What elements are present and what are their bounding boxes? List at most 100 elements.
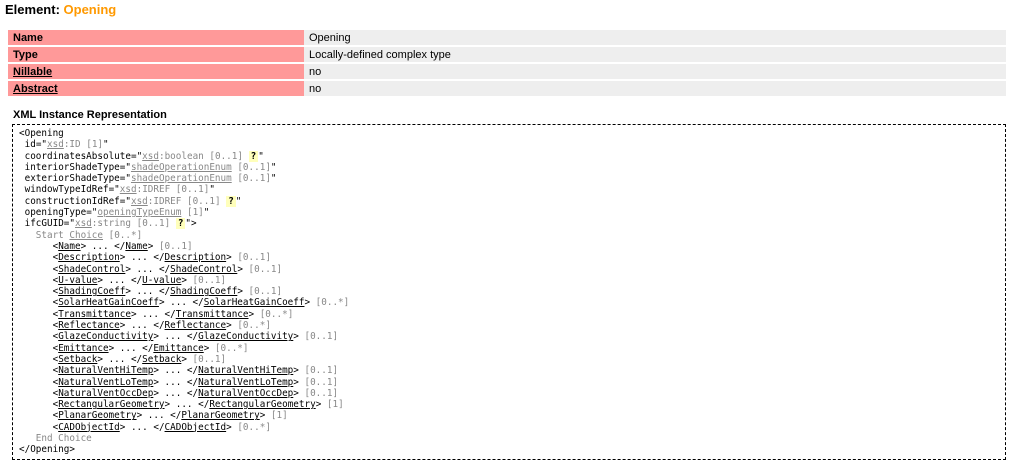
abstract-link[interactable]: Abstract [8,81,304,96]
element-link[interactable]: SolarHeatGainCoeff [204,297,305,308]
element-link[interactable]: ShadingCoeff [170,286,237,297]
namespace-link[interactable]: xsd [120,184,137,195]
occurrence: [0..1] [248,263,283,275]
properties-table: Name Opening Type Locally-defined comple… [8,28,1006,98]
element-link[interactable]: Name [125,241,147,252]
xml-attribute-line: ifcGUID="xsd:string [0..1] ? "> [24,218,197,230]
attribute-type-link[interactable]: shadeOperationEnum [131,173,232,184]
element-link[interactable]: CADObjectId [165,422,227,433]
attribute-name: coordinatesAbsolute [24,150,131,162]
occurrence: [0..1] [192,353,227,365]
property-value: Locally-defined complex type [304,47,1006,62]
attribute-name: windowTypeIdRef [24,184,109,196]
occurrence: [0..1] [304,387,339,399]
xml-child-element: <CADObjectId> ... </CADObjectId> [0..*] [19,421,271,433]
namespace-link[interactable]: xsd [131,196,148,207]
choice-start-label: Start [35,229,64,241]
xml-attribute-line: openingType="openingTypeEnum [1]" [24,207,210,219]
element-link[interactable]: GlazeConductivity [58,331,153,342]
element-link[interactable]: NaturalVentLoTemp [58,377,153,388]
occurrence: [0..1] [237,161,271,173]
xml-instance-box: <Opening id="xsd:ID [1]" coordinatesAbso… [12,124,1006,460]
element-link[interactable]: Transmittance [58,309,131,320]
choice-end-line: End Choice [19,433,999,444]
xml-section-title: XML Instance Representation [13,109,167,121]
attribute-name: exteriorShadeType [24,173,120,185]
namespace-link[interactable]: xsd [75,218,92,229]
xml-child-element: <Name> ... </Name> [0..1] [19,240,193,252]
attribute-name: openingType [24,207,87,219]
element-link[interactable]: ShadeControl [170,264,237,275]
namespace-link[interactable]: xsd [47,139,64,150]
attribute-name: ifcGUID [24,218,64,230]
element-link[interactable]: SolarHeatGainCoeff [58,297,159,308]
xml-child-element: <Setback> ... </Setback> [0..1] [19,353,227,365]
occurrence: [0..1] [304,365,339,377]
occurrence: [1] [186,207,204,219]
element-link[interactable]: Setback [58,354,97,365]
property-row-name: Name Opening [8,30,1006,45]
element-link[interactable]: PlanarGeometry [181,410,259,421]
element-link[interactable]: ShadeControl [58,264,125,275]
occurrence: [1] [270,410,288,422]
element-link[interactable]: NaturalVentHiTemp [198,365,293,376]
element-link[interactable]: Emittance [153,343,203,354]
property-row-type: Type Locally-defined complex type [8,47,1006,62]
xml-child-element: <Description> ... </Description> [0..1] [19,252,271,264]
occurrence: [0..*] [237,320,271,332]
property-key: Type [8,47,304,62]
attribute-type: ID [69,139,81,151]
page-title: Element: Opening [5,2,116,17]
xml-child-element: <RectangularGeometry> ... </RectangularG… [19,399,344,411]
element-link[interactable]: NaturalVentHiTemp [58,365,153,376]
help-icon[interactable]: ? [226,195,236,207]
element-link[interactable]: Transmittance [176,309,249,320]
xml-child-element: <NaturalVentLoTemp> ... </NaturalVentLoT… [19,376,339,388]
attribute-type-link[interactable]: shadeOperationEnum [131,162,232,173]
attribute-type: string [97,218,131,230]
xml-child-element: <NaturalVentOccDep> ... </NaturalVentOcc… [19,387,339,399]
xml-child-element: <U-value> ... </U-value> [0..1] [19,274,227,286]
property-value: no [304,64,1006,79]
xml-child-element: <PlanarGeometry> ... </PlanarGeometry> [… [19,410,288,422]
element-link[interactable]: CADObjectId [58,422,120,433]
element-name: Opening [63,2,117,17]
namespace-link[interactable]: xsd [142,151,159,162]
element-link[interactable]: Name [58,241,80,252]
attribute-type: boolean [164,150,204,162]
element-link[interactable]: Description [58,252,120,263]
help-icon[interactable]: ? [248,150,259,162]
attribute-type: IDREF [142,184,171,196]
element-link[interactable]: ShadingCoeff [58,286,125,297]
xml-child-element: <GlazeConductivity> ... </GlazeConductiv… [19,331,339,343]
element-link[interactable]: Setback [142,354,181,365]
occurrence: [0..1] [186,195,221,207]
element-link[interactable]: U-value [142,275,181,286]
element-link[interactable]: RectangularGeometry [209,399,315,410]
element-link[interactable]: Reflectance [165,320,227,331]
occurrence: [0..1] [175,184,210,196]
element-link[interactable]: PlanarGeometry [58,410,136,421]
xml-attribute-line: constructionIdRef="xsd:IDREF [0..1] ? " [24,195,242,207]
occurrence: [0..1] [248,286,283,298]
xml-attribute-line: exteriorShadeType="shadeOperationEnum [0… [24,173,277,185]
xml-child-element: <SolarHeatGainCoeff> ... </SolarHeatGain… [19,297,350,309]
xml-close-tag: </Opening> [19,444,75,456]
element-link[interactable]: NaturalVentLoTemp [198,377,293,388]
element-link[interactable]: NaturalVentOccDep [58,388,153,399]
element-link[interactable]: Description [165,252,227,263]
help-icon[interactable]: ? [175,218,186,230]
occurrence: [0..1] [192,274,227,286]
property-row-nillable: Nillable no [8,64,1006,79]
element-link[interactable]: Reflectance [58,320,120,331]
xml-child-element: <ShadingCoeff> ... </ShadingCoeff> [0..1… [19,286,283,298]
element-link[interactable]: NaturalVentOccDep [198,388,293,399]
element-link[interactable]: Emittance [58,343,108,354]
nillable-link[interactable]: Nillable [8,64,304,79]
element-link[interactable]: U-value [58,275,97,286]
attribute-type-link[interactable]: openingTypeEnum [97,207,181,218]
choice-link[interactable]: Choice [69,230,103,241]
occurrence: [0..*] [315,297,350,309]
element-link[interactable]: GlazeConductivity [198,331,293,342]
element-link[interactable]: RectangularGeometry [58,399,164,410]
